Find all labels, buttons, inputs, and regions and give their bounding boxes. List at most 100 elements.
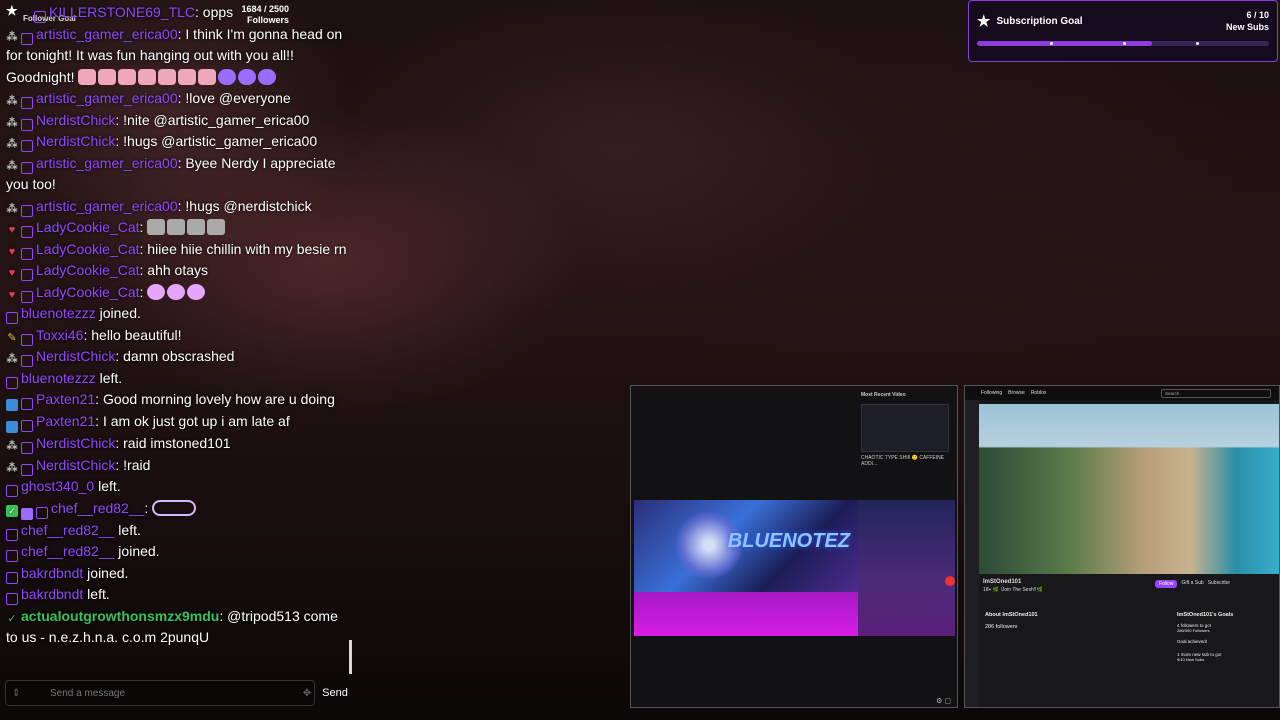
record-icon[interactable]: [945, 576, 955, 586]
nav-roblox[interactable]: Roblox: [1031, 390, 1047, 396]
chat-username[interactable]: NerdistChick: [36, 348, 115, 364]
banner-side: [858, 500, 955, 636]
chat-text: joined.: [83, 564, 129, 581]
chat-username[interactable]: artistic_gamer_erica00: [36, 26, 178, 42]
chat-text: joined.: [114, 543, 160, 559]
chat-message: ▭tPaxten21: Good morning lovely how are …: [6, 389, 349, 411]
chat-username[interactable]: LadyCookie_Cat: [36, 241, 140, 257]
nav-following[interactable]: Following: [981, 390, 1002, 396]
chat-message: tbluenotezzz joined.: [6, 303, 349, 325]
recent-video-window[interactable]: Most Recent Video CHAOTIC TYPE SHIII 🙂 C…: [630, 385, 958, 708]
lurk-emote-icon: [167, 219, 186, 235]
chat-username[interactable]: bakrdbndt: [21, 565, 83, 581]
chat-username[interactable]: artistic_gamer_erica00: [36, 198, 178, 214]
goal-1-progress: 286/300 Followers: [1177, 628, 1210, 633]
chat-username[interactable]: NerdistChick: [36, 457, 115, 473]
chat-message: ✎ tToxxi46: hello beautiful!: [6, 325, 349, 347]
chat-text: : !hugs @nerdistchick: [177, 197, 312, 214]
chat-username[interactable]: bluenotezzz: [21, 370, 96, 386]
emote-icon: [98, 68, 117, 85]
chat-username[interactable]: Paxten21: [36, 413, 95, 429]
heart-badge-icon: ♥: [8, 224, 16, 236]
goal-3-progress: 9/10 New Subs: [1177, 657, 1205, 662]
chat-input[interactable]: ⇕ Send a message ✥: [5, 680, 315, 706]
chat-username[interactable]: NerdistChick: [36, 435, 115, 451]
subscribe-button[interactable]: Subscribe: [1208, 580, 1230, 588]
send-button[interactable]: Send: [318, 683, 352, 703]
chat-username[interactable]: chef__red82__: [21, 522, 114, 538]
banner-band: [634, 592, 858, 636]
twitch-badge-icon: t: [21, 442, 33, 454]
chat-message: ⁂tartistic_gamer_erica00: I think I'm go…: [6, 24, 349, 89]
chat-text: : Good morning lovely how are u doing: [95, 391, 335, 407]
goal-marker: [1196, 42, 1199, 45]
chat-username[interactable]: KILLERSTONE69_TLC: [49, 4, 195, 20]
emote-icon: [218, 68, 237, 85]
subscription-goal-bar: [977, 41, 1269, 46]
chat-text: : hello beautiful!: [83, 326, 182, 343]
window-controls-icon[interactable]: ⚙ ▢: [936, 697, 951, 705]
chat-username[interactable]: chef__red82__: [51, 500, 144, 516]
chat-username[interactable]: NerdistChick: [36, 133, 115, 149]
chat-username[interactable]: LadyCookie_Cat: [36, 262, 140, 278]
twitch-badge-icon: t: [34, 11, 46, 23]
chat-text: : !love @everyone: [177, 90, 291, 106]
channel-name[interactable]: ImStOned101: [983, 578, 1043, 586]
chat-message: ♥ tLadyCookie_Cat: hiiee hiie chillin wit…: [6, 239, 349, 261]
twitch-browser-window[interactable]: Following Browse Roblox Search ImStOned1…: [964, 385, 1280, 708]
gift-sub-button[interactable]: Gift a Sub: [1181, 580, 1203, 588]
screen-badge-icon: ▭: [6, 421, 18, 433]
emote-icon: [238, 68, 257, 85]
chat-text: : raid imstoned101: [115, 435, 231, 451]
chat-message: ♥ tLadyCookie_Cat:: [6, 217, 349, 239]
banner-title: BLUENOTEZ: [727, 530, 850, 552]
chat-username[interactable]: LadyCookie_Cat: [36, 219, 140, 235]
chat-message: ✓ actualoutgrowthonsmzx9mdu: @tripod513 c…: [6, 606, 349, 649]
chat-scrollbar[interactable]: [349, 640, 352, 674]
twitch-badge-icon: t: [21, 140, 33, 152]
follow-button[interactable]: Follow: [1155, 580, 1178, 588]
chat-username[interactable]: ghost340_0: [21, 478, 94, 494]
twitch-badge-icon: t: [21, 398, 33, 410]
chat-text: : ahh otays: [139, 262, 209, 278]
chat-username[interactable]: artistic_gamer_erica00: [36, 155, 178, 171]
followed-channels-rail[interactable]: [965, 400, 979, 707]
lurk-emote-icon: [207, 219, 226, 235]
twitch-badge-icon: t: [21, 290, 33, 303]
chat-username[interactable]: actualoutgrowthonsmzx9mdu: [21, 608, 219, 624]
twitch-badge-icon: t: [21, 333, 33, 346]
subscriber-badge-icon: ⁂: [6, 461, 18, 474]
cat-emote-icon: [147, 283, 166, 300]
subscriber-badge-icon: ⁂: [6, 95, 18, 107]
chat-username[interactable]: bakrdbndt: [21, 586, 83, 602]
stream-video[interactable]: [979, 404, 1279, 574]
twitch-badge-icon: t: [6, 550, 18, 562]
browser-topbar: Following Browse Roblox Search: [965, 386, 1279, 400]
screen-badge-icon: ▭: [6, 399, 18, 411]
chat-message: ⁂tNerdistChick: !raid: [6, 455, 349, 477]
search-input[interactable]: Search: [1161, 388, 1271, 398]
chat-username[interactable]: Toxxi46: [36, 327, 83, 343]
channel-actions: Follow Gift a Sub Subscribe: [1155, 580, 1230, 588]
chat-message: ✓◆tchef__red82__:: [6, 498, 349, 520]
chat-username[interactable]: artistic_gamer_erica00: [36, 90, 178, 106]
chat-text: left.: [94, 478, 121, 494]
about-title: About ImStOned101: [985, 612, 1038, 618]
emote-icon: [158, 68, 177, 85]
chat-username[interactable]: LadyCookie_Cat: [36, 284, 140, 300]
about-section: About ImStOned101 286 followers: [985, 612, 1038, 630]
goals-section: ImStOned101's Goals 4 followers to go! 2…: [1177, 612, 1233, 662]
twitch-badge-icon: t: [6, 528, 18, 541]
nav-browse[interactable]: Browse: [1008, 390, 1025, 396]
video-thumbnail[interactable]: [861, 404, 949, 452]
chat-username[interactable]: NerdistChick: [36, 112, 115, 128]
chat-username[interactable]: chef__red82__: [21, 543, 114, 559]
chat-username[interactable]: Paxten21: [36, 391, 95, 407]
subscription-goal-count: 6 / 10: [1246, 10, 1269, 20]
most-recent-video[interactable]: Most Recent Video CHAOTIC TYPE SHIII 🙂 C…: [861, 392, 953, 470]
chat-input-placeholder[interactable]: Send a message: [50, 688, 300, 699]
subscription-goal-count-block: 6 / 10 New Subs: [1226, 9, 1269, 33]
chat-stepper-icon[interactable]: ⇕: [12, 688, 50, 699]
emote-picker-icon[interactable]: ✥: [300, 688, 314, 699]
chat-username[interactable]: bluenotezzz: [21, 305, 96, 321]
